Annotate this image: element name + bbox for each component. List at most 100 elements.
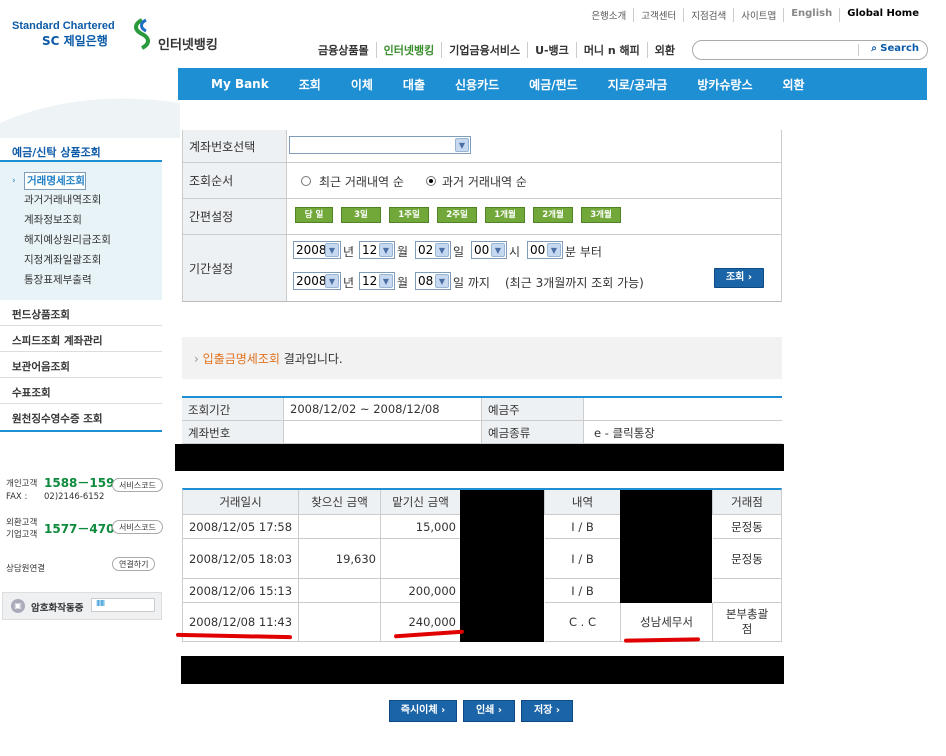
order-radio-recent[interactable] bbox=[301, 176, 311, 186]
quick-2months-button[interactable]: 2개월 bbox=[533, 207, 573, 223]
util-about[interactable]: 은행소개 bbox=[584, 8, 633, 22]
submit-inquiry-button[interactable]: 조회 › bbox=[714, 268, 764, 288]
sidebar-sub-termination-estimate[interactable]: 해지예상원리금조회 bbox=[24, 232, 111, 247]
unit-day-until: 일 까지 bbox=[453, 276, 490, 290]
chevron-down-icon: ▼ bbox=[435, 243, 449, 257]
sidebar-sub-past-transactions[interactable]: 과거거래내역조회 bbox=[24, 192, 101, 207]
form-row-quick: 간편설정 bbox=[183, 199, 781, 235]
unit-year: 년 bbox=[343, 276, 355, 290]
sidebar-item-cheques[interactable]: 수표조회 bbox=[0, 378, 162, 404]
quick-3days-button[interactable]: 3일 bbox=[341, 207, 381, 223]
row1-date: 2008/12/05 17:58 bbox=[183, 515, 299, 539]
inquiry-form: 계좌번호선택 ▼ 조회순서 최근 거래내역 순 과거 거래내역 순 간편설정 당… bbox=[182, 130, 782, 302]
row3-type: I / B bbox=[545, 579, 621, 603]
instant-transfer-button[interactable]: 즉시이체 › bbox=[389, 700, 457, 722]
quick-1week-button[interactable]: 1주일 bbox=[389, 207, 429, 223]
row2-type: I / B bbox=[545, 539, 621, 579]
nav-mybank[interactable]: My Bank bbox=[211, 77, 269, 91]
quick-2weeks-button[interactable]: 2주일 bbox=[437, 207, 477, 223]
topnav-money-happy[interactable]: 머니 n 해피 bbox=[575, 42, 647, 58]
sidebar-sub-account-info[interactable]: 계좌정보조회 bbox=[24, 212, 82, 227]
nav-loan[interactable]: 대출 bbox=[403, 76, 425, 93]
connect-button[interactable]: 연결하기 bbox=[112, 557, 156, 571]
util-customer-center[interactable]: 고객센터 bbox=[633, 8, 683, 22]
col-header-type: 내역 bbox=[545, 490, 621, 515]
sidebar-sub-transaction-detail[interactable]: 거래명세조회 bbox=[24, 172, 86, 190]
util-english[interactable]: English bbox=[783, 8, 839, 22]
logo-line2: SC 제일은행 bbox=[42, 34, 108, 48]
util-branch-search[interactable]: 지점검색 bbox=[683, 8, 733, 22]
result-message: › 입출금명세조회 결과입니다. bbox=[182, 337, 782, 379]
nav-bancassurance[interactable]: 방카슈랑스 bbox=[697, 76, 752, 93]
redaction-memo bbox=[620, 490, 712, 603]
nav-inquiry[interactable]: 조회 bbox=[299, 76, 321, 93]
nav-credit-card[interactable]: 신용카드 bbox=[455, 76, 499, 93]
topnav-internet-banking[interactable]: 인터넷뱅킹 bbox=[375, 42, 442, 58]
sidebar-title[interactable]: 예금/신탁 상품조회 bbox=[0, 136, 162, 162]
from-hour-select[interactable]: 00 ▼ bbox=[471, 241, 507, 259]
row2-withdraw: 19,630 bbox=[299, 539, 381, 579]
to-month-select[interactable]: 12 ▼ bbox=[359, 272, 395, 290]
from-minute-select[interactable]: 00 ▼ bbox=[527, 241, 563, 259]
sidebar-item-fund[interactable]: 펀드상품조회 bbox=[0, 300, 162, 326]
sidebar-sub-designated-accounts[interactable]: 지정계좌일괄조회 bbox=[24, 252, 101, 267]
type-value: e - 클릭통장 bbox=[584, 421, 782, 444]
unit-day: 일 bbox=[453, 245, 465, 259]
chevron-down-icon: ▼ bbox=[547, 243, 561, 257]
service-code-button-1[interactable]: 서비스코드 bbox=[112, 478, 163, 492]
quick-today-button[interactable]: 당 일 bbox=[295, 207, 333, 223]
form-row-account: 계좌번호선택 ▼ bbox=[183, 130, 781, 163]
from-day-select[interactable]: 02 ▼ bbox=[415, 241, 451, 259]
account-select[interactable]: ▼ bbox=[289, 136, 471, 154]
from-year-select[interactable]: 2008 ▼ bbox=[293, 241, 341, 259]
bank-logo[interactable]: Standard Chartered SC 제일은행 인터넷뱅킹 bbox=[12, 14, 218, 54]
quick-3months-button[interactable]: 3개월 bbox=[581, 207, 621, 223]
row3-branch bbox=[713, 579, 781, 603]
row2-deposit bbox=[381, 539, 461, 579]
nav-forex[interactable]: 외환 bbox=[783, 76, 805, 93]
topnav-corporate[interactable]: 기업금융서비스 bbox=[441, 42, 527, 58]
nav-transfer[interactable]: 이체 bbox=[351, 76, 373, 93]
chevron-right-icon: › bbox=[441, 705, 446, 716]
to-year-select[interactable]: 2008 ▼ bbox=[293, 272, 341, 290]
sidebar-item-speed-inquiry[interactable]: 스피드조회 계좌관리 bbox=[0, 326, 162, 352]
period-label: 기간설정 bbox=[183, 235, 287, 301]
col-header-branch: 거래점 bbox=[713, 490, 781, 515]
from-month-select[interactable]: 12 ▼ bbox=[359, 241, 395, 259]
search-button-label: Search bbox=[880, 43, 919, 54]
sidebar-item-bills[interactable]: 보관어음조회 bbox=[0, 352, 162, 378]
search-input[interactable]: ⌕ Search bbox=[692, 40, 928, 60]
chevron-right-icon: › bbox=[747, 272, 752, 283]
row2-branch: 문정동 bbox=[713, 539, 781, 579]
personal-customer-label: 개인고객 bbox=[6, 479, 38, 489]
print-button[interactable]: 인쇄 › bbox=[463, 700, 515, 722]
encryption-status: ▣ 암호화작동중 IIIIII bbox=[2, 592, 162, 620]
col-header-withdrawal: 찾으신 금액 bbox=[299, 490, 381, 515]
sidebar-submenu: › 거래명세조회 과거거래내역조회 계좌정보조회 해지예상원리금조회 지정계좌일… bbox=[0, 162, 162, 300]
chevron-down-icon: ▼ bbox=[325, 274, 339, 288]
util-sitemap[interactable]: 사이트맵 bbox=[733, 8, 783, 22]
sidebar-item-tax-receipt[interactable]: 원천징수영수증 조회 bbox=[0, 404, 162, 430]
header-swoosh-graphic bbox=[0, 98, 180, 138]
period-label-cell: 조회기간 bbox=[182, 398, 284, 421]
consultant-label: 상담원연결 bbox=[6, 564, 46, 574]
to-day-select[interactable]: 08 ▼ bbox=[415, 272, 451, 290]
order-radio-past[interactable] bbox=[426, 176, 436, 186]
topnav-ubank[interactable]: U-뱅크 bbox=[527, 42, 576, 58]
save-button[interactable]: 저장 › bbox=[521, 700, 573, 722]
redaction-bar-bottom bbox=[181, 656, 784, 684]
util-global-home[interactable]: Global Home bbox=[839, 8, 926, 22]
unit-month: 월 bbox=[397, 276, 409, 290]
search-button[interactable]: ⌕ Search bbox=[871, 43, 919, 54]
col-header-datetime: 거래일시 bbox=[183, 490, 299, 515]
sidebar-sub-passbook-print[interactable]: 통장표제부출력 bbox=[24, 272, 92, 287]
row4-branch: 본부총괄 점 bbox=[713, 603, 781, 642]
topnav-products[interactable]: 금융상품몰 bbox=[318, 42, 376, 58]
nav-deposit-fund[interactable]: 예금/펀드 bbox=[529, 76, 578, 93]
topnav-forex[interactable]: 외환 bbox=[646, 42, 682, 58]
nav-giro[interactable]: 지로/공과금 bbox=[608, 76, 668, 93]
service-code-button-2[interactable]: 서비스코드 bbox=[112, 520, 163, 534]
fax-number: 02)2146-6152 bbox=[44, 492, 105, 502]
quick-1month-button[interactable]: 1개월 bbox=[485, 207, 525, 223]
col-header-deposit: 맡기신 금액 bbox=[381, 490, 461, 515]
